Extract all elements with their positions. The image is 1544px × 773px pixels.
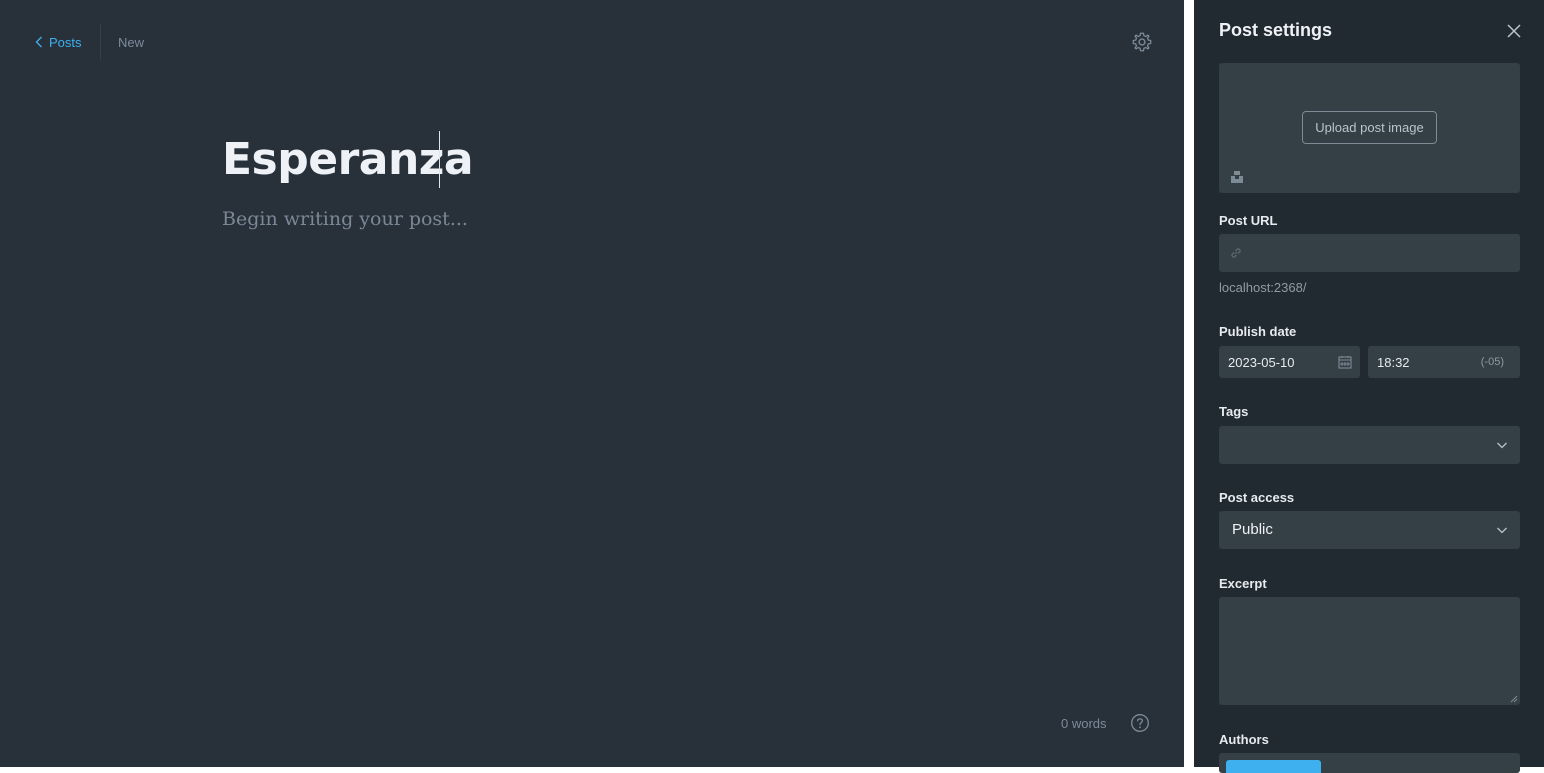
tags-input[interactable] xyxy=(1219,426,1520,464)
post-title-input[interactable]: Esperanza xyxy=(222,130,474,190)
authors-label: Authors xyxy=(1219,732,1269,747)
excerpt-label: Excerpt xyxy=(1219,576,1267,591)
post-access-value: Public xyxy=(1232,521,1273,538)
post-url-hint: localhost:2368/ xyxy=(1219,280,1307,295)
close-icon[interactable] xyxy=(1505,22,1523,40)
publish-date-value: 2023-05-10 xyxy=(1228,355,1295,370)
editor-pane: Posts New Esperanza Begin writing your p… xyxy=(0,0,1184,767)
publish-time-input[interactable]: 18:32 (-05) xyxy=(1368,346,1520,378)
calendar-icon[interactable] xyxy=(1338,355,1352,369)
post-access-select[interactable]: Public xyxy=(1219,511,1520,549)
post-image-dropzone[interactable]: Upload post image xyxy=(1219,63,1520,193)
text-caret xyxy=(439,131,440,188)
unsplash-icon[interactable] xyxy=(1230,170,1244,184)
post-url-input[interactable] xyxy=(1219,234,1520,272)
authors-input[interactable] xyxy=(1219,753,1520,773)
chevron-down-icon xyxy=(1497,527,1507,534)
post-access-label: Post access xyxy=(1219,490,1295,505)
tags-label: Tags xyxy=(1219,404,1249,419)
help-icon[interactable] xyxy=(1130,713,1150,733)
panel-title: Post settings xyxy=(1219,20,1333,40)
resize-handle-icon[interactable] xyxy=(1510,695,1518,703)
link-icon xyxy=(1231,248,1241,258)
post-url-label: Post URL xyxy=(1219,213,1278,228)
publish-time-value: 18:32 xyxy=(1377,355,1410,370)
publish-date-input[interactable]: 2023-05-10 xyxy=(1219,346,1360,378)
back-label: Posts xyxy=(49,34,82,50)
chevron-down-icon xyxy=(1497,442,1507,449)
word-count: 0 words xyxy=(1061,716,1107,731)
back-to-posts-link[interactable]: Posts xyxy=(35,33,82,51)
chevron-left-icon xyxy=(35,36,42,48)
post-body-editor[interactable]: Begin writing your post... xyxy=(222,208,468,230)
publish-date-label: Publish date xyxy=(1219,324,1297,339)
breadcrumb-divider xyxy=(100,24,101,60)
pane-divider xyxy=(1184,0,1194,767)
excerpt-textarea[interactable] xyxy=(1219,597,1520,705)
timezone-label: (-05) xyxy=(1480,356,1504,368)
post-status: New xyxy=(118,35,145,50)
post-settings-panel: Post settings Upload post image Post URL… xyxy=(1194,0,1544,773)
gear-icon[interactable] xyxy=(1131,31,1153,53)
upload-post-image-button[interactable]: Upload post image xyxy=(1302,111,1437,144)
